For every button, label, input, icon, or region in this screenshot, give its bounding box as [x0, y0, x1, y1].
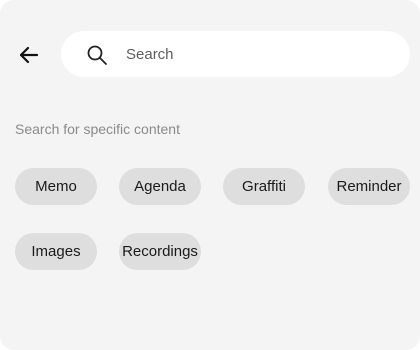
chip-recordings[interactable]: Recordings	[119, 233, 201, 270]
search-bar[interactable]	[61, 31, 410, 77]
chip-reminder[interactable]: Reminder	[328, 168, 410, 205]
search-panel: Search for specific content Memo Agenda …	[0, 0, 420, 350]
chip-images[interactable]: Images	[15, 233, 97, 270]
chip-memo[interactable]: Memo	[15, 168, 97, 205]
back-button[interactable]	[12, 38, 46, 72]
arrow-left-icon	[17, 43, 41, 67]
section-label: Search for specific content	[15, 121, 180, 137]
chip-graffiti[interactable]: Graffiti	[223, 168, 305, 205]
search-input[interactable]	[126, 31, 396, 77]
search-icon	[85, 43, 109, 67]
chip-agenda[interactable]: Agenda	[119, 168, 201, 205]
